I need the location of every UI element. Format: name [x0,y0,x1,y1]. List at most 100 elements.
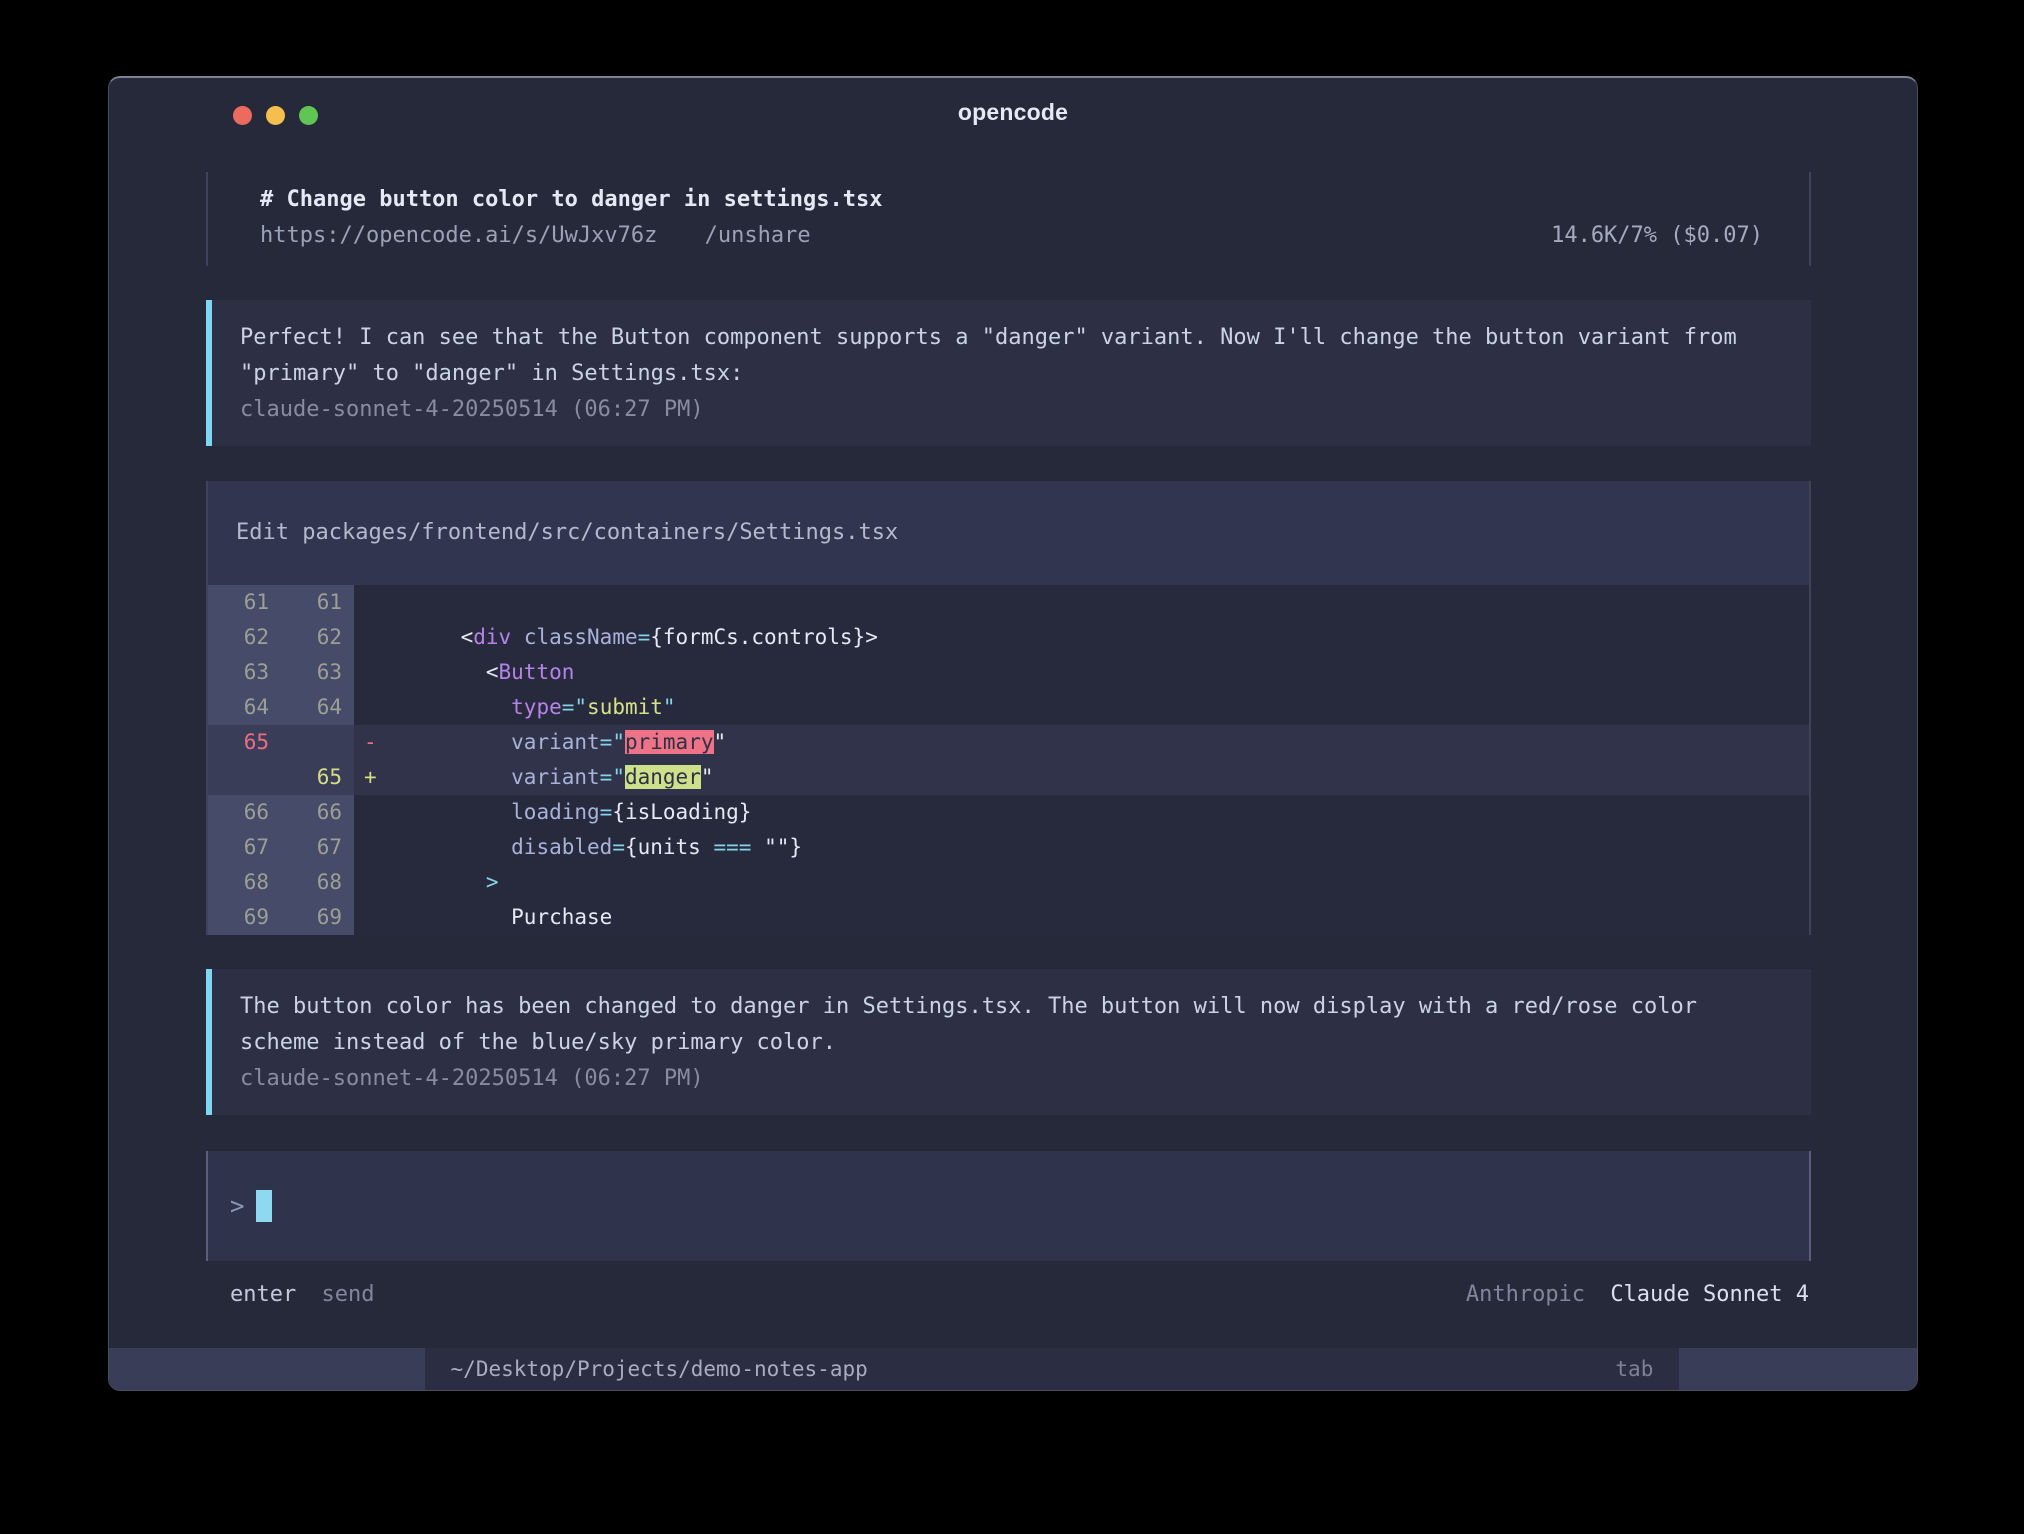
code-token: " [663,695,676,719]
status-bar: opencodev0.3.11 ~/Desktop/Projects/demo-… [109,1348,1917,1390]
diff-line-number-old: 68 [208,865,281,900]
working-directory: ~/Desktop/Projects/demo-notes-app [451,1348,1616,1390]
diff-line-number-old: 61 [208,585,281,620]
code-token: > [486,870,499,894]
code-token: {isLoading} [612,800,751,824]
close-button[interactable] [233,106,252,125]
diff-line-number-new: 69 [281,900,354,935]
enter-key-hint: enter [230,1282,296,1307]
diff-row: 6464 type="submit" [208,690,1809,725]
diff-line-number-old: 66 [208,795,281,830]
diff-code-line: variant="danger" [410,760,1809,795]
zoom-button[interactable] [299,106,318,125]
content-column: # Change button color to danger in setti… [206,172,1811,1311]
diff-line-number-new: 61 [281,585,354,620]
diff-change-marker [354,655,410,690]
assistant-message-meta: claude-sonnet-4-20250514 (06:27 PM) [240,1061,1771,1097]
diff-row: 6161 [208,585,1809,620]
diff-code-line: variant="primary" [410,725,1809,760]
code-token: {units [625,835,714,859]
code-token [410,800,511,824]
code-token: < [410,660,499,684]
code-token: Button [499,660,575,684]
code-token [511,625,524,649]
session-subline: https://opencode.ai/s/UwJxv76z /unshare … [260,218,1763,254]
code-token: type [511,695,562,719]
diff-table: 6161 6262 <div className={formCs.control… [208,585,1809,935]
code-token: {formCs.controls}> [650,625,878,649]
prompt-input[interactable]: > [206,1151,1811,1261]
diff-row: 6363 <Button [208,655,1809,690]
assistant-message: The button color has been changed to dan… [206,969,1811,1115]
code-token: loading [511,800,600,824]
code-token: = [600,765,613,789]
code-token [410,730,511,754]
diff-row: 6262 <div className={formCs.controls}> [208,620,1809,655]
diff-code-line: > [410,865,1809,900]
diff-change-marker [354,620,410,655]
code-token: < [410,625,473,649]
code-token [410,765,511,789]
diff-code-line: type="submit" [410,690,1809,725]
diff-change-marker [354,865,410,900]
diff-row: 6868 > [208,865,1809,900]
session-header: # Change button color to danger in setti… [206,172,1811,266]
assistant-message: Perfect! I can see that the Button compo… [206,300,1811,446]
code-token: danger [625,765,701,789]
code-token [410,870,486,894]
code-token [410,905,511,929]
diff-line-number-old: 64 [208,690,281,725]
code-token: " [612,730,625,754]
code-token [410,695,511,719]
session-links: https://opencode.ai/s/UwJxv76z /unshare [260,218,811,254]
code-token: Purchase [511,905,612,929]
diff-change-marker: - [354,725,410,760]
code-token: = [638,625,651,649]
code-token: " [714,730,727,754]
text-cursor [256,1190,272,1222]
code-token: " [701,765,714,789]
model-name: Claude Sonnet 4 [1610,1282,1809,1307]
diff-change-marker [354,585,410,620]
share-url-link[interactable]: https://opencode.ai/s/UwJxv76z [260,223,657,248]
app-version-chip: opencodev0.3.11 [109,1348,425,1390]
diff-code-line: <Button [410,655,1809,690]
diff-change-marker [354,900,410,935]
assistant-message-text: Perfect! I can see that the Button compo… [240,320,1750,392]
code-token: === [713,835,751,859]
diff-code-line: disabled={units === ""} [410,830,1809,865]
code-token: ""} [751,835,802,859]
code-token: submit [587,695,663,719]
diff-line-number-old: 63 [208,655,281,690]
code-token: " [574,695,587,719]
assistant-message-text: The button color has been changed to dan… [240,989,1750,1061]
diff-line-number-old: 62 [208,620,281,655]
send-action-hint: send [321,1282,374,1307]
code-token: variant [511,765,600,789]
mode-chip[interactable]: BUILDMODE [1679,1348,1917,1390]
model-indicator: Anthropic Claude Sonnet 4 [1466,1279,1809,1311]
diff-row: 6666 loading={isLoading} [208,795,1809,830]
token-usage: 14.6K/7% ($0.07) [1551,218,1763,254]
code-token: disabled [511,835,612,859]
tab-key-hint[interactable]: tab [1615,1348,1653,1390]
diff-line-number-new: 63 [281,655,354,690]
model-provider: Anthropic [1466,1282,1585,1307]
diff-line-number-old: 65 [208,725,281,760]
diff-row: 65 - variant="primary" [208,725,1809,760]
minimize-button[interactable] [266,106,285,125]
diff-row: 6767 disabled={units === ""} [208,830,1809,865]
diff-line-number-old: 69 [208,900,281,935]
assistant-message-meta: claude-sonnet-4-20250514 (06:27 PM) [240,392,1771,428]
code-token [410,835,511,859]
window-title: opencode [109,78,1917,146]
diff-code-line: <div className={formCs.controls}> [410,620,1809,655]
edit-tool-title: Edit packages/frontend/src/containers/Se… [208,481,1809,585]
diff-change-marker: + [354,760,410,795]
diff-line-number-new: 62 [281,620,354,655]
unshare-command[interactable]: /unshare [705,223,811,248]
diff-change-marker [354,795,410,830]
session-title: # Change button color to danger in setti… [260,182,1763,218]
diff-line-number-new: 67 [281,830,354,865]
code-token: div [473,625,511,649]
